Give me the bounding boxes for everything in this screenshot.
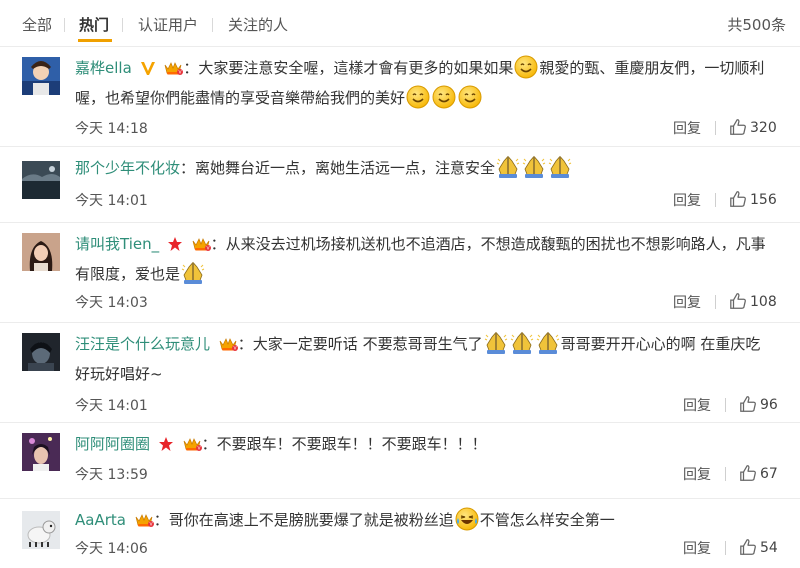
reply-button[interactable]: 回复 [683, 395, 711, 415]
comment-item: 那个少年不化妆：离她舞台近一点，离她生活远一点，注意安全 今天 14:01 回复… [0, 146, 800, 222]
comment-body: ：大家要注意安全喔，這樣才會有更多的如果如果 [183, 59, 514, 77]
comment-time: 今天 14:03 [75, 295, 148, 311]
thumbs-up-icon [729, 292, 747, 310]
comment-text: 那个少年不化妆：离她舞台近一点，离她生活远一点，注意安全 [75, 153, 775, 183]
comment-text: 请叫我Tien_ ：从来没去过机场接机送机也不追酒店，不想造成馥甄的困扰也不想影… [75, 229, 775, 289]
vip-crown-icon [134, 512, 154, 528]
divider [715, 295, 716, 309]
like-count: 54 [760, 540, 778, 556]
comment-item: AaArta ：哥你在高速上不是膀胱要爆了就是被粉丝追 不管怎么样安全第一 今天 … [0, 498, 800, 568]
pray-emoji-icon [522, 155, 546, 179]
star-badge-icon [158, 437, 173, 451]
comment-body: 不管怎么样安全第一 [479, 511, 615, 529]
reply-button[interactable]: 回复 [673, 292, 701, 312]
divider [725, 398, 726, 412]
username[interactable]: 嘉桦ella [75, 59, 132, 77]
like-count: 320 [750, 120, 777, 136]
comment-item: 汪汪是个什么玩意儿 ：大家一定要听话 不要惹哥哥生气了 哥哥要开开心心的啊 在重庆… [0, 322, 800, 422]
like-button[interactable]: 108 [729, 292, 777, 310]
filter-tabs: 全部 热门 认证用户 关注的人 共500条 [0, 0, 800, 52]
reply-button[interactable]: 回复 [673, 190, 701, 210]
divider [725, 541, 726, 555]
thumbs-up-icon [729, 118, 747, 136]
thumbs-up-icon [729, 190, 747, 208]
smile-emoji-icon [406, 85, 430, 109]
comment-text: 嘉桦ella ：大家要注意安全喔，這樣才會有更多的如果如果 親愛的甄、重慶朋友們，… [75, 53, 775, 113]
pray-emoji-icon [510, 331, 534, 355]
comment-text: 阿阿阿圈圈 ：不要跟车！不要跟车！！不要跟车！！！ [75, 429, 775, 459]
thumbs-up-icon [739, 464, 757, 482]
tab-following[interactable]: 关注的人 [228, 14, 288, 35]
pray-emoji-icon [536, 331, 560, 355]
avatar[interactable] [22, 333, 60, 371]
like-count: 67 [760, 466, 778, 482]
username[interactable]: 那个少年不化妆 [75, 159, 180, 177]
avatar[interactable] [22, 233, 60, 271]
username[interactable]: AaArta [75, 511, 126, 529]
avatar[interactable] [22, 161, 60, 199]
tab-divider [122, 18, 123, 32]
smile-emoji-icon [514, 55, 538, 79]
like-button[interactable]: 96 [739, 395, 778, 413]
tab-divider [64, 18, 65, 32]
reply-button[interactable]: 回复 [683, 464, 711, 484]
tab-verified-users[interactable]: 认证用户 [138, 14, 198, 35]
comment-time: 今天 13:59 [75, 467, 148, 483]
comment-time: 今天 14:18 [75, 121, 148, 137]
comment-text: 汪汪是个什么玩意儿 ：大家一定要听话 不要惹哥哥生气了 哥哥要开开心心的啊 在重庆… [75, 329, 775, 389]
comment-item: 嘉桦ella ：大家要注意安全喔，這樣才會有更多的如果如果 親愛的甄、重慶朋友們，… [0, 46, 800, 146]
tab-all[interactable]: 全部 [22, 14, 52, 35]
comment-item: 阿阿阿圈圈 ：不要跟车！不要跟车！！不要跟车！！！ 今天 13:59 回复 67 [0, 422, 800, 498]
divider [725, 467, 726, 481]
username[interactable]: 阿阿阿圈圈 [75, 435, 150, 453]
comment-item: 请叫我Tien_ ：从来没去过机场接机送机也不追酒店，不想造成馥甄的困扰也不想影… [0, 222, 800, 322]
thumbs-up-icon [739, 395, 757, 413]
reply-button[interactable]: 回复 [683, 538, 711, 558]
pray-emoji-icon [496, 155, 520, 179]
vip-crown-icon [218, 336, 238, 352]
pray-emoji-icon [181, 261, 205, 285]
like-count: 96 [760, 397, 778, 413]
like-button[interactable]: 67 [739, 464, 778, 482]
total-count: 共500条 [727, 16, 786, 34]
avatar[interactable] [22, 433, 60, 471]
smile-emoji-icon [432, 85, 456, 109]
like-button[interactable]: 320 [729, 118, 777, 136]
smile-emoji-icon [458, 85, 482, 109]
comment-time: 今天 14:01 [75, 193, 148, 209]
divider [715, 121, 716, 135]
comment-time: 今天 14:01 [75, 398, 148, 414]
pray-emoji-icon [548, 155, 572, 179]
avatar[interactable] [22, 511, 60, 549]
vip-crown-icon [182, 436, 202, 452]
star-badge-icon [167, 237, 182, 251]
like-button[interactable]: 54 [739, 538, 778, 556]
thumbs-up-icon [739, 538, 757, 556]
like-button[interactable]: 156 [729, 190, 777, 208]
vip-crown-icon [163, 60, 183, 76]
tab-hot[interactable]: 热门 [79, 14, 109, 35]
tab-divider [212, 18, 213, 32]
like-count: 108 [750, 294, 777, 310]
comment-time: 今天 14:06 [75, 541, 148, 557]
username[interactable]: 请叫我Tien_ [75, 235, 159, 253]
verified-v-icon [140, 62, 155, 75]
like-count: 156 [750, 192, 777, 208]
comment-body: ：离她舞台近一点，离她生活远一点，注意安全 [180, 159, 496, 177]
comment-body: ：哥你在高速上不是膀胱要爆了就是被粉丝追 [153, 511, 454, 529]
username[interactable]: 汪汪是个什么玩意儿 [75, 335, 210, 353]
reply-button[interactable]: 回复 [673, 118, 701, 138]
comment-text: AaArta ：哥你在高速上不是膀胱要爆了就是被粉丝追 不管怎么样安全第一 [75, 505, 775, 535]
avatar[interactable] [22, 57, 60, 95]
active-tab-indicator [78, 39, 112, 42]
comment-body: ：不要跟车！不要跟车！！不要跟车！！！ [201, 435, 487, 453]
divider [715, 193, 716, 207]
comment-body: ：大家一定要听话 不要惹哥哥生气了 [237, 335, 483, 353]
vip-crown-icon [191, 236, 211, 252]
laughing-crying-emoji-icon [455, 507, 479, 531]
pray-emoji-icon [484, 331, 508, 355]
